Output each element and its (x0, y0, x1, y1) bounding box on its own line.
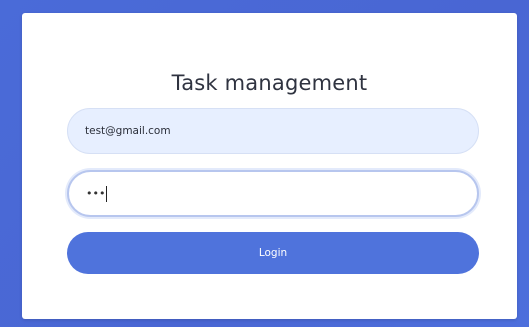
password-masked-value: ••• (86, 187, 106, 200)
password-field[interactable]: ••• (67, 170, 479, 217)
email-value: test@gmail.com (85, 125, 171, 137)
login-card: Task management test@gmail.com ••• Login (22, 13, 517, 319)
email-field[interactable]: test@gmail.com (67, 108, 479, 154)
text-cursor (106, 185, 108, 202)
login-button[interactable]: Login (67, 232, 479, 274)
page-title: Task management (171, 71, 368, 95)
